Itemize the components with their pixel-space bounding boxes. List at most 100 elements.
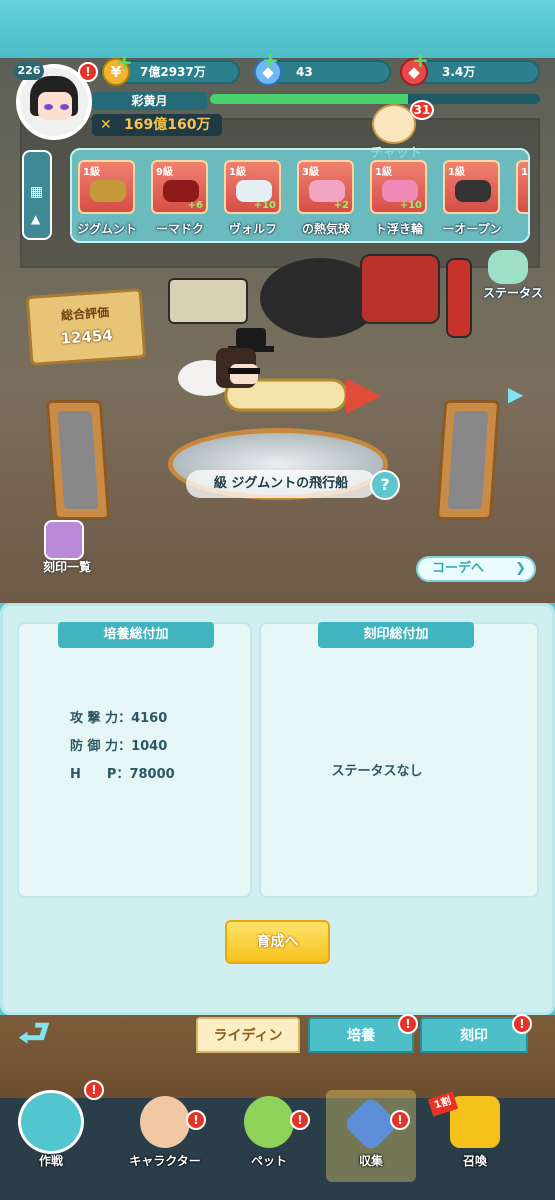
rating-value: 12454: [60, 326, 114, 348]
next-arrow-icon[interactable]: ▶: [508, 382, 528, 406]
stat-value: 78000: [129, 767, 175, 782]
gold-plus-icon[interactable]: +: [116, 52, 133, 72]
mount-card[interactable]: 3級 +2: [297, 160, 354, 214]
nav-pet[interactable]: ペット: [224, 1090, 314, 1182]
nav-pet-label: ペット: [250, 1154, 287, 1168]
ruby-plus-icon[interactable]: +: [412, 50, 429, 70]
nav-collect[interactable]: 収集: [326, 1090, 416, 1182]
airship-illustration: [178, 328, 381, 414]
toolbox-decoration: [360, 254, 440, 324]
mount-card[interactable]: 9級 +6: [151, 160, 208, 214]
chevron-right-icon: ❯: [515, 561, 526, 576]
vehicle-name: 級 ジグムントの飛行船: [186, 470, 376, 498]
mount-card[interactable]: 1級: [516, 160, 530, 214]
card-bonus: +10: [253, 200, 276, 211]
card-level: 3級: [302, 167, 319, 178]
card-level: 1級: [521, 167, 528, 178]
code-button[interactable]: コーデへ ❯: [416, 556, 536, 582]
chat-count-badge: 31: [410, 100, 434, 120]
card-level: 1級: [83, 167, 100, 178]
stat-defense: 防 御 力：1040: [70, 739, 168, 754]
card-bonus: +10: [399, 200, 422, 211]
pet-badge: !: [290, 1110, 310, 1130]
collapse-up-icon[interactable]: ▲: [31, 212, 40, 226]
right-rail: [435, 400, 501, 520]
tab-riding[interactable]: ライディン: [196, 1017, 300, 1053]
collect-badge: !: [390, 1110, 410, 1130]
stat-value: 1040: [131, 739, 168, 754]
mount-thumbnail: [163, 180, 199, 202]
character-icon: [140, 1096, 190, 1148]
stat-label: 防 御 力: [70, 739, 119, 754]
help-button[interactable]: ?: [370, 470, 400, 500]
stat-label: 攻 撃 力: [70, 711, 119, 726]
card-bonus: +6: [187, 200, 203, 211]
avatar-eye-right: [60, 104, 69, 110]
card-name: マ: [510, 220, 528, 237]
mount-thumbnail: [90, 180, 126, 202]
totem-icon: [18, 1090, 84, 1154]
stat-hp: H P：78000: [70, 767, 175, 782]
extinguisher-decoration: [446, 258, 472, 338]
mount-card[interactable]: 1級 +10: [224, 160, 281, 214]
card-level: 1級: [375, 167, 392, 178]
swords-icon: ✕: [100, 117, 112, 133]
mount-thumbnail: [528, 180, 530, 202]
mount-thumbnail: [455, 180, 491, 202]
mount-thumbnail: [236, 180, 272, 202]
rating-sign: 総合評価 12454: [25, 288, 147, 366]
nav-battle[interactable]: 作戦: [6, 1090, 96, 1182]
training-column: [17, 622, 252, 898]
book-icon: [44, 520, 84, 560]
ruby-value: 3.4万: [442, 65, 476, 79]
stamp-title: 刻印総付加: [318, 622, 474, 648]
back-arrow-icon[interactable]: ⮐: [18, 1016, 72, 1056]
train-button[interactable]: 育成へ: [225, 920, 330, 964]
player-name: 彩黄月: [92, 92, 207, 110]
card-name: ーオープン: [442, 222, 502, 236]
avatar-alert-badge: !: [78, 62, 98, 82]
card-bonus: +2: [333, 200, 349, 211]
player-level: 226: [14, 62, 44, 80]
summon-leaf-icon: [450, 1096, 500, 1148]
card-level: 1級: [448, 167, 465, 178]
mount-card[interactable]: 1級 +10: [370, 160, 427, 214]
code-button-label: コーデへ: [432, 561, 485, 576]
nav-character[interactable]: キャラクター: [120, 1090, 210, 1182]
no-status-text: ステータスなし: [331, 764, 423, 779]
card-name: ーマドク: [155, 222, 204, 236]
mount-card-strip[interactable]: 1級 ジグムント 9級 +6 ーマドク 1級 +10 ヴォルフ 3級 +2 の熱気球 1級 +10 ト浮き…: [70, 148, 530, 243]
combat-power-value: 169億160万: [124, 117, 211, 133]
pig-icon: [488, 250, 528, 284]
battle-badge: !: [84, 1080, 104, 1100]
training-title: 培養総付加: [58, 622, 214, 648]
mount-thumbnail: [309, 180, 345, 202]
nav-collect-label: 収集: [358, 1154, 383, 1168]
vehicle-display: [176, 328, 386, 438]
battery-decoration: [168, 278, 248, 324]
diamond-plus-icon[interactable]: +: [262, 50, 279, 70]
card-level: 1級: [229, 167, 246, 178]
card-level: 9級: [156, 167, 173, 178]
combat-power: ✕ 169億160万: [92, 114, 222, 136]
stamp-list-label: 刻印一覧: [42, 560, 91, 574]
diamond-value: 43: [296, 65, 313, 79]
side-toggle-panel[interactable]: ▦ ▲: [22, 150, 52, 240]
train-tab-badge: !: [398, 1014, 418, 1034]
status-label: ステータス: [482, 286, 543, 300]
mount-thumbnail: [382, 180, 418, 202]
card-name: ヴォルフ: [228, 222, 277, 236]
avatar-eye-left: [44, 104, 53, 110]
exp-fill: [210, 94, 408, 104]
card-name: の熱気球: [301, 222, 350, 236]
character-badge: !: [186, 1110, 206, 1130]
mount-card[interactable]: 1級: [78, 160, 135, 214]
status-button[interactable]: ステータス: [478, 250, 548, 310]
grid-icon[interactable]: ▦: [30, 184, 43, 200]
stat-label: H P: [70, 767, 117, 782]
exp-bar: [210, 94, 540, 104]
stamp-list-button[interactable]: 刻印一覧: [36, 520, 98, 582]
rating-title: 総合評価: [60, 305, 110, 323]
gold-value: 7億2937万: [140, 65, 206, 79]
mount-card[interactable]: 1級: [443, 160, 500, 214]
